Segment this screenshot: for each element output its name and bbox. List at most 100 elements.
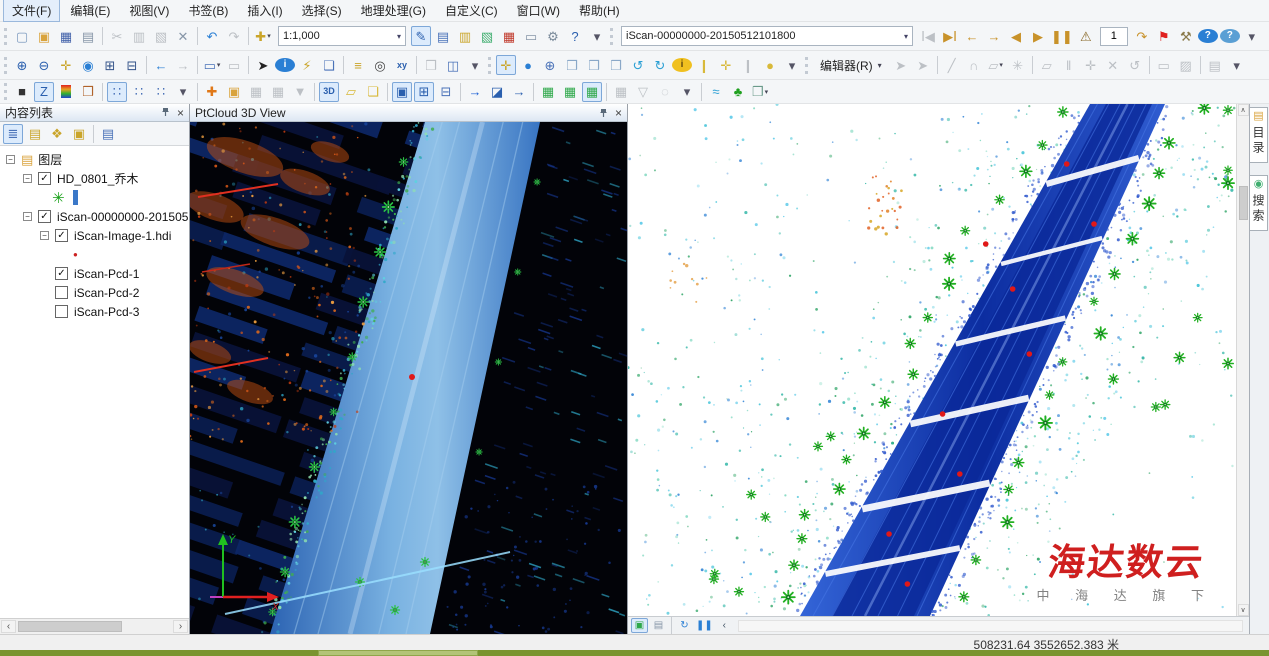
selection-new-icon[interactable]: ▣: [392, 82, 412, 102]
visibility-checkbox[interactable]: ✓: [55, 267, 68, 280]
editor-toolbar-icon[interactable]: ✎: [411, 26, 431, 46]
new-document-icon[interactable]: ▢: [12, 26, 32, 46]
close-icon[interactable]: ×: [615, 107, 622, 119]
tools-icon[interactable]: ⚒: [1176, 26, 1196, 46]
collapse-icon[interactable]: −: [23, 174, 32, 183]
zoom-in-icon[interactable]: ⊕: [12, 55, 32, 75]
layout-view-icon[interactable]: ▤: [650, 618, 667, 633]
menu-item-3[interactable]: 视图(V): [120, 0, 178, 22]
alert-icon[interactable]: ⚠: [1076, 26, 1096, 46]
toolbox-icon[interactable]: ▦: [499, 26, 519, 46]
refresh-view-icon[interactable]: ↻: [676, 618, 693, 633]
help-contents-icon[interactable]: ?: [1220, 29, 1240, 43]
visibility-checkbox[interactable]: ✓: [55, 229, 68, 242]
grid-green-1-icon[interactable]: ▦: [538, 82, 558, 102]
full-extent-3d-icon[interactable]: ❒: [562, 55, 582, 75]
last-frame-icon[interactable]: ▶Ⅰ: [940, 26, 960, 46]
toolbar-overflow-icon[interactable]: ▾: [173, 82, 193, 102]
menu-item-5[interactable]: 插入(I): [238, 0, 291, 22]
taskbar-button[interactable]: [318, 650, 478, 656]
open-project-icon[interactable]: ▣: [34, 26, 54, 46]
visibility-checkbox[interactable]: ✓: [38, 172, 51, 185]
back-extent-icon[interactable]: ←: [151, 55, 171, 75]
html-popup-icon[interactable]: ❑: [319, 55, 339, 75]
profile-view-icon[interactable]: ◪: [487, 82, 507, 102]
layer-node[interactable]: −▤图层: [0, 150, 189, 169]
list-by-visibility-icon[interactable]: ❖: [47, 124, 67, 144]
selection-add-icon[interactable]: ⊞: [414, 82, 434, 102]
play-icon[interactable]: ▶: [1028, 26, 1048, 46]
chevron-down-icon[interactable]: ▾: [389, 32, 401, 41]
editor-menu-button[interactable]: 编辑器(R) ▾: [814, 55, 888, 75]
scroll-left-arrow-icon[interactable]: ‹: [1, 620, 16, 633]
select-polygon-icon[interactable]: ▱: [341, 82, 361, 102]
collapse-icon[interactable]: −: [23, 212, 32, 221]
map-canvas[interactable]: [628, 104, 1248, 616]
render-elevation-icon[interactable]: Z: [34, 82, 54, 102]
menu-item-1[interactable]: 文件(F): [3, 0, 60, 22]
tab-search[interactable]: ◉搜索: [1250, 175, 1268, 231]
full-extent-icon[interactable]: ◉: [78, 55, 98, 75]
layer-node[interactable]: iScan-Pcd-3: [0, 302, 189, 321]
layer-label[interactable]: iScan-Image-1.hdi: [74, 229, 171, 243]
layer-label[interactable]: iScan-00000000-20150512101800: [57, 210, 189, 224]
modelbuilder-icon[interactable]: ⚙: [543, 26, 563, 46]
render-intensity-icon[interactable]: ▮: [56, 82, 76, 102]
undo-icon[interactable]: ↶: [202, 26, 222, 46]
vertical-measure-icon[interactable]: ❙: [694, 55, 714, 75]
layer-label[interactable]: iScan-Pcd-1: [74, 267, 139, 281]
pause-icon[interactable]: ❚❚: [1050, 26, 1074, 46]
navigate-3d-icon[interactable]: ●: [518, 55, 538, 75]
pause-drawing-icon[interactable]: ❚❚: [695, 618, 714, 633]
toolbar-grip[interactable]: [4, 28, 7, 45]
go-to-xy-icon[interactable]: xy: [392, 55, 412, 75]
zoom-3d-icon[interactable]: ⊕: [540, 55, 560, 75]
toolbar-overflow-icon[interactable]: ▾: [465, 55, 485, 75]
find-icon[interactable]: ◎: [370, 55, 390, 75]
toolbar-grip[interactable]: [488, 57, 491, 74]
render-classification-icon[interactable]: ❒: [78, 82, 98, 102]
print-icon[interactable]: ▤: [78, 26, 98, 46]
ellipse-tool-icon[interactable]: ●: [760, 55, 780, 75]
menu-item-7[interactable]: 地理处理(G): [352, 0, 435, 22]
catalog-window-icon[interactable]: ▥: [455, 26, 475, 46]
layer-label[interactable]: iScan-Pcd-2: [74, 286, 139, 300]
collapse-icon[interactable]: −: [6, 155, 15, 164]
visibility-checkbox[interactable]: [55, 286, 68, 299]
help-icon[interactable]: ?: [1198, 29, 1218, 43]
prev-frame-icon[interactable]: ←: [962, 26, 982, 46]
menu-item-8[interactable]: 自定义(C): [436, 0, 507, 22]
loop-icon[interactable]: ↷: [1132, 26, 1152, 46]
pin-icon[interactable]: [599, 108, 608, 118]
export-result-icon[interactable]: ❒▾: [750, 82, 770, 102]
toolbar-overflow-icon[interactable]: ▾: [1227, 55, 1247, 75]
toolbar-grip[interactable]: [4, 57, 7, 74]
save-icon[interactable]: ▦: [56, 26, 76, 46]
brush-select-icon[interactable]: ❏: [363, 82, 383, 102]
identify-3d-icon[interactable]: i: [672, 58, 692, 72]
marker-pin-icon[interactable]: ⚑: [1154, 26, 1174, 46]
layer-node[interactable]: −✓iScan-00000000-20150512101800: [0, 207, 189, 226]
layer-label[interactable]: HD_0801_乔木: [57, 170, 138, 187]
scrollbar-thumb[interactable]: [1239, 186, 1248, 220]
delete-icon[interactable]: ✕: [173, 26, 193, 46]
pin-icon[interactable]: [161, 107, 170, 119]
map-vertical-scrollbar[interactable]: ∧ ∨: [1236, 104, 1249, 616]
menu-item-10[interactable]: 帮助(H): [570, 0, 629, 22]
python-window-icon[interactable]: ▭: [521, 26, 541, 46]
open-trajectory-icon[interactable]: ▣: [224, 82, 244, 102]
next-selection-icon[interactable]: →: [509, 82, 529, 102]
layer-node[interactable]: iScan-Pcd-2: [0, 283, 189, 302]
view-3d-icon[interactable]: 3D: [319, 82, 339, 102]
zoom-target-3d-icon[interactable]: ❒: [584, 55, 604, 75]
layer-node[interactable]: ✓ iScan-Pcd-1: [0, 264, 189, 283]
layer-node[interactable]: −✓ HD_0801_乔木: [0, 169, 189, 188]
close-icon[interactable]: ×: [177, 107, 184, 119]
magnifier-window-icon[interactable]: ◫: [443, 55, 463, 75]
select-features-icon[interactable]: ▭▾: [202, 55, 222, 75]
menu-item-6[interactable]: 选择(S): [293, 0, 351, 22]
select-elements-icon[interactable]: ➤: [253, 55, 273, 75]
scroll-right-arrow-icon[interactable]: ›: [173, 620, 188, 633]
add-feature-3d-icon[interactable]: ✛: [716, 55, 736, 75]
measure-icon[interactable]: ≡: [348, 55, 368, 75]
